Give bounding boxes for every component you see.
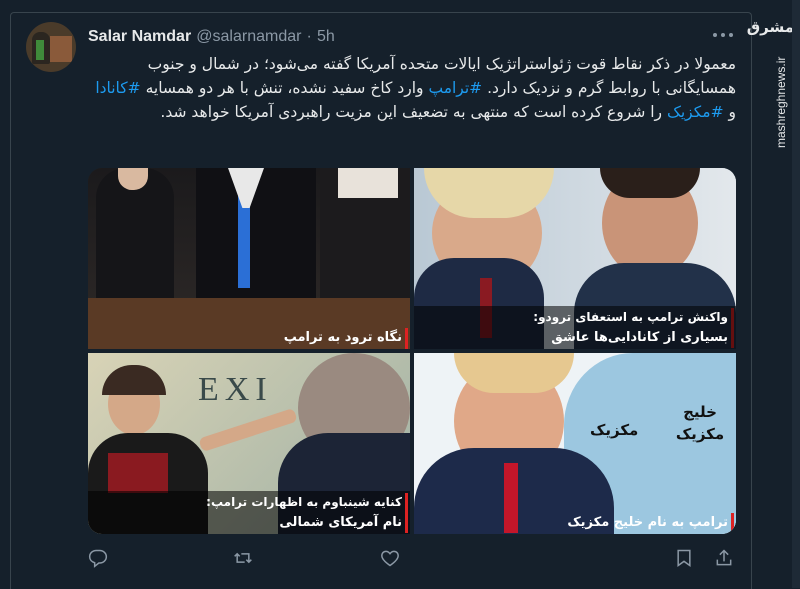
retweet-icon[interactable] <box>232 548 254 572</box>
text-segment: و <box>723 103 737 121</box>
tweet-text: معمولا در ذکر نقاط قوت ژئواستراتژیک ایال… <box>88 52 736 124</box>
text-segment: وارد کاخ سفید نشده، تنش با هر دو همسایه <box>140 79 429 97</box>
separator: · <box>306 28 312 45</box>
watermark-url: mashreghnews.ir <box>774 56 788 148</box>
media-grid: نگاه ترود به ترامپ واکنش ترامپ به استعفا… <box>88 168 736 534</box>
map-label-gulf: خلیج مکزیک <box>675 403 725 443</box>
image-caption: نگاه ترود به ترامپ <box>283 330 402 345</box>
media-image-3[interactable]: EXI کنایه شینباوم به اظهارات ترامپ: نام … <box>88 353 410 534</box>
tweet-actions <box>88 548 736 574</box>
hashtag-link[interactable]: #مکزیک <box>667 103 724 121</box>
scrollbar[interactable] <box>792 0 800 588</box>
image-caption-title: واکنش ترامپ به استعفای ترودو: <box>533 310 728 324</box>
hashtag-link[interactable]: #ترامپ <box>428 79 482 97</box>
avatar[interactable] <box>26 22 76 72</box>
share-icon[interactable] <box>714 548 734 572</box>
like-icon[interactable] <box>380 548 400 572</box>
map-label-mexico: مکزیک <box>590 421 639 439</box>
image-caption-title: کنایه شینباوم به اظهارات ترامپ: <box>206 495 402 509</box>
more-horizontal-icon[interactable] <box>712 22 734 43</box>
author-handle[interactable]: @salarnamdar <box>196 28 301 45</box>
image-caption: نام آمریکای شمالی <box>279 515 402 530</box>
media-image-2[interactable]: واکنش ترامپ به استعفای ترودو: بسیاری از … <box>414 168 736 349</box>
tweet-header: Salar Namdar @salarnamdar · 5h <box>88 26 335 46</box>
bookmark-icon[interactable] <box>674 548 694 572</box>
hashtag-link[interactable]: #کانادا <box>95 79 140 97</box>
watermark: مشرق mashreghnews.ir <box>747 10 794 148</box>
reply-icon[interactable] <box>88 548 108 572</box>
text-segment: را شروع کرده است که منتهی به تضعیف این م… <box>160 103 667 121</box>
map-stamp: EXI <box>198 371 273 408</box>
image-caption: ترامپ به نام خلیج مکزیک <box>567 515 728 530</box>
tweet-time[interactable]: 5h <box>317 28 335 45</box>
image-caption: بسیاری از کانادایی‌ها عاشق <box>551 330 728 345</box>
media-image-4[interactable]: مکزیک خلیج مکزیک ترامپ به نام خلیج مکزیک <box>414 353 736 534</box>
author-name[interactable]: Salar Namdar <box>88 28 191 45</box>
media-image-1[interactable]: نگاه ترود به ترامپ <box>88 168 410 349</box>
